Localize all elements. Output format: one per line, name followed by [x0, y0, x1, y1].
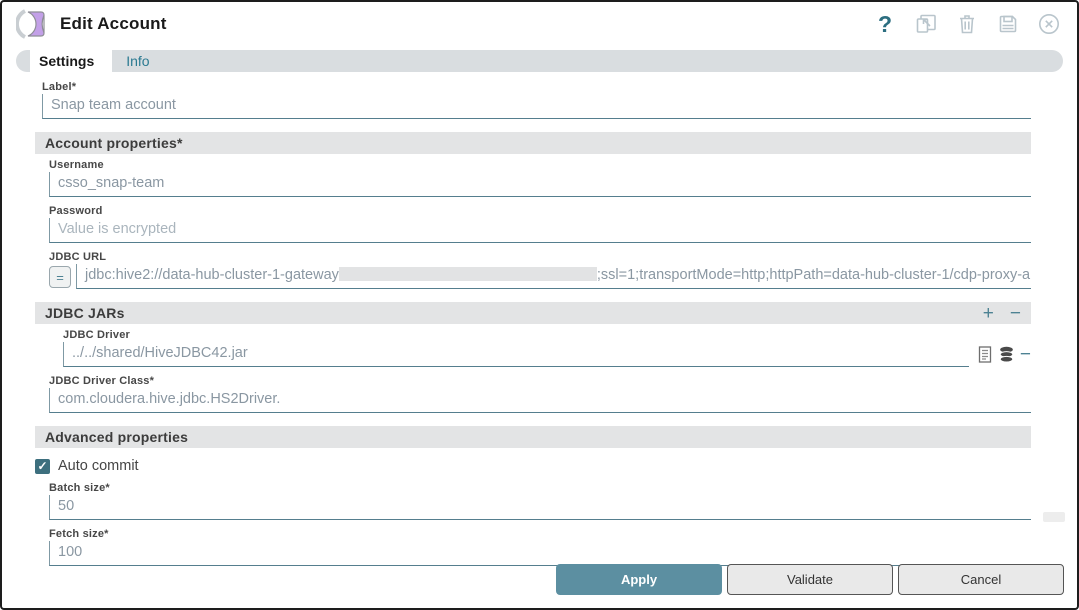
password-input[interactable]: Value is encrypted: [49, 218, 1031, 243]
remove-row-button[interactable]: −: [1010, 304, 1021, 323]
apply-button[interactable]: Apply: [556, 564, 722, 595]
jdbc-driver-class-label: JDBC Driver Class*: [49, 375, 155, 387]
fetch-size-label: Fetch size*: [49, 528, 109, 540]
save-icon: [999, 15, 1017, 33]
jdbc-url-input[interactable]: jdbc:hive2://data-hub-cluster-1-gateway;…: [76, 264, 1031, 289]
tab-bar: Settings Info: [16, 50, 1063, 72]
tab-settings[interactable]: Settings: [37, 50, 113, 72]
jdbc-driver-field: JDBC Driver ../../shared/HiveJDBC42.jar …: [63, 329, 1031, 367]
remove-driver-row-button[interactable]: −: [1020, 345, 1031, 364]
add-row-button[interactable]: +: [983, 304, 994, 323]
username-label: Username: [49, 159, 104, 171]
checkmark-icon: ✓: [37, 459, 48, 473]
trash-icon: [960, 15, 974, 34]
tab-settings-label: Settings: [39, 53, 95, 69]
dialog-header: Edit Account ?: [2, 2, 1077, 46]
suggest-database-icon[interactable]: [998, 346, 1015, 363]
question-mark-icon: ?: [877, 10, 893, 37]
close-button[interactable]: [1037, 12, 1061, 36]
jdbc-url-field: JDBC URL = jdbc:hive2://data-hub-cluster…: [49, 251, 1031, 289]
validate-button[interactable]: Validate: [727, 564, 893, 595]
username-field: Username csso_snap-team: [49, 159, 1031, 197]
batch-size-label: Batch size*: [49, 482, 110, 494]
open-in-window-icon: [916, 14, 936, 33]
close-icon: [1039, 14, 1059, 34]
jdbc-jars-header: JDBC JARs + −: [35, 302, 1031, 324]
batch-size-input[interactable]: 50: [49, 495, 1031, 520]
fetch-size-field: Fetch size* 100: [49, 528, 1031, 566]
tab-bar-track: Info: [112, 50, 1063, 72]
expression-toggle-button[interactable]: =: [49, 266, 71, 288]
header-toolbar: ?: [873, 12, 1061, 36]
tab-info-label: Info: [126, 53, 150, 69]
open-in-window-button[interactable]: [914, 12, 938, 36]
dialog-footer: Apply Validate Cancel: [556, 564, 1064, 595]
auto-commit-label: Auto commit: [58, 458, 139, 474]
scrollbar-thumb[interactable]: [1043, 512, 1065, 522]
help-button[interactable]: ?: [873, 12, 897, 36]
file-browser-icon[interactable]: [977, 346, 993, 363]
dialog-title: Edit Account: [60, 14, 167, 33]
edit-account-dialog: Edit Account ? Settings Info Label* Snap…: [0, 0, 1079, 610]
jdbc-driver-class-input[interactable]: com.cloudera.hive.jdbc.HS2Driver.: [49, 388, 1031, 413]
tab-info[interactable]: Info: [126, 53, 149, 69]
redacted-value: [338, 267, 597, 281]
jdbc-jars-title: JDBC JARs: [45, 305, 125, 321]
delete-button[interactable]: [955, 12, 979, 36]
advanced-properties-title: Advanced properties: [45, 429, 189, 445]
jdbc-driver-input[interactable]: ../../shared/HiveJDBC42.jar: [63, 342, 969, 367]
label-input[interactable]: Snap team account: [42, 94, 1031, 119]
jdbc-driver-class-field: JDBC Driver Class* com.cloudera.hive.jdb…: [49, 375, 1031, 413]
jdbc-driver-label: JDBC Driver: [63, 329, 131, 341]
username-input[interactable]: csso_snap-team: [49, 172, 1031, 197]
password-label: Password: [49, 205, 103, 217]
label-field-label: Label*: [42, 81, 77, 93]
auto-commit-row: ✓ Auto commit: [35, 458, 1031, 474]
advanced-properties-header: Advanced properties: [35, 426, 1031, 448]
jdbc-url-label: JDBC URL: [49, 251, 107, 263]
settings-form: Label* Snap team account Account propert…: [2, 72, 1077, 566]
account-properties-title: Account properties*: [45, 135, 183, 151]
auto-commit-checkbox[interactable]: ✓: [35, 458, 50, 474]
label-field: Label* Snap team account: [42, 81, 1031, 119]
batch-size-field: Batch size* 50: [49, 482, 1031, 520]
snap-account-icon: [16, 9, 45, 39]
save-button[interactable]: [996, 12, 1020, 36]
password-field: Password Value is encrypted: [49, 205, 1031, 243]
jdbc-url-value-end: ;ssl=1;transportMode=http;httpPath=data-…: [596, 267, 1031, 283]
tab-bar-left-cap: [16, 50, 30, 72]
account-properties-header: Account properties*: [35, 132, 1031, 154]
jdbc-url-value-start: jdbc:hive2://data-hub-cluster-1-gateway: [85, 267, 339, 283]
fetch-size-input[interactable]: 100: [49, 541, 1031, 566]
cancel-button[interactable]: Cancel: [898, 564, 1064, 595]
